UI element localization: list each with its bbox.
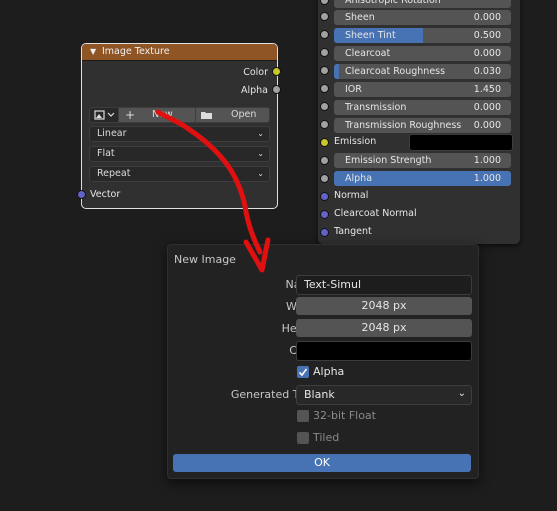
annotation-arrow — [155, 109, 271, 273]
